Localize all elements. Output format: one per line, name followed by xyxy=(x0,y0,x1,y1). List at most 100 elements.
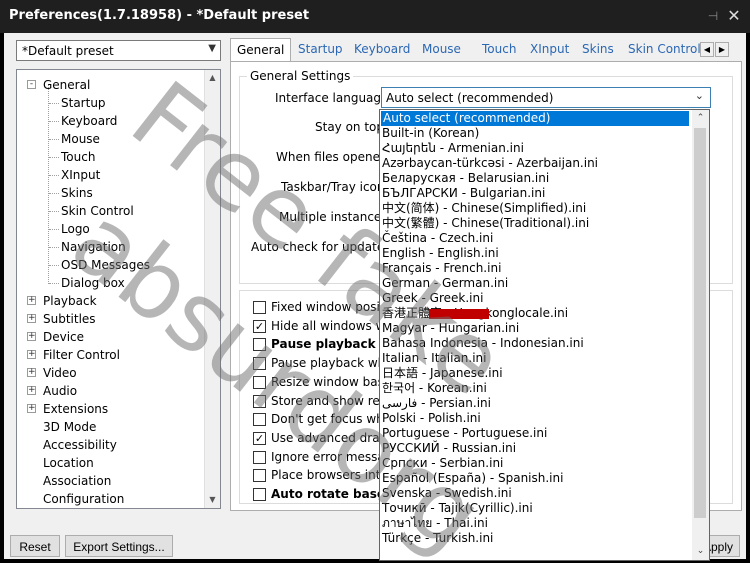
tab-keyboard[interactable]: Keyboard xyxy=(354,40,410,60)
tree-item-association[interactable]: Association xyxy=(43,472,111,490)
checkmark-icon[interactable]: ✓ xyxy=(253,431,266,445)
scroll-down-icon[interactable]: ▼ xyxy=(205,492,220,508)
tree-item-mouse[interactable]: Mouse xyxy=(61,130,100,148)
expand-icon[interactable]: + xyxy=(27,404,36,413)
language-option[interactable]: 日本語 - Japanese.ini xyxy=(382,366,503,381)
language-option[interactable]: Bahasa Indonesia - Indonesian.ini xyxy=(382,336,584,351)
language-option[interactable]: Azərbaycan-türkcəsi - Azerbaijan.ini xyxy=(382,156,598,171)
scroll-thumb[interactable] xyxy=(694,128,706,518)
close-icon[interactable]: ✕ xyxy=(724,6,744,26)
language-option[interactable]: Magyar - Hungarian.ini xyxy=(382,321,519,336)
language-option[interactable]: ภาษาไทย - Thai.ini xyxy=(382,516,488,531)
tree-item-subtitles[interactable]: Subtitles xyxy=(43,310,96,328)
tree-item-filter-control[interactable]: Filter Control xyxy=(43,346,120,364)
tab-startup[interactable]: Startup xyxy=(298,40,343,60)
language-option[interactable]: 中文(繁體) - Chinese(Traditional).ini xyxy=(382,216,589,231)
reset-button[interactable]: Reset xyxy=(10,535,60,557)
tree-connector xyxy=(49,121,59,122)
language-option[interactable]: 한국어 - Korean.ini xyxy=(382,381,487,396)
language-dropdown-list[interactable]: ⌃ ⌄ Auto select (recommended) Built-in (K… xyxy=(379,109,710,561)
tree-item-location[interactable]: Location xyxy=(43,454,94,472)
interface-language-select[interactable]: Auto select (recommended) ⌄ xyxy=(381,87,711,108)
language-option[interactable]: Հայերեն - Armenian.ini xyxy=(382,141,524,156)
checkmark-icon[interactable]: ✓ xyxy=(253,319,266,333)
tree-item-accessibility[interactable]: Accessibility xyxy=(43,436,117,454)
settings-tree[interactable]: ▲ ▼ - General Startup Keyboard Mouse Touch XIn… xyxy=(16,69,221,509)
tree-scrollbar[interactable]: ▲ ▼ xyxy=(204,70,220,508)
checkbox-icon[interactable] xyxy=(253,450,266,464)
language-option[interactable]: Italian - Italian.ini xyxy=(382,351,487,366)
tree-item-startup[interactable]: Startup xyxy=(61,94,106,112)
checkbox-icon[interactable] xyxy=(253,413,266,427)
pin-icon[interactable]: ⊣ xyxy=(704,6,722,26)
checkbox-icon[interactable] xyxy=(253,301,266,314)
language-option[interactable]: Беларуская - Belarusian.ini xyxy=(382,171,549,186)
tree-connector xyxy=(49,193,59,194)
expand-icon[interactable]: + xyxy=(27,368,36,377)
window-title: Preferences(1.7.18958) - *Default preset xyxy=(9,8,310,23)
expand-icon[interactable]: + xyxy=(27,296,36,305)
tree-item-configuration[interactable]: Configuration xyxy=(43,490,124,508)
tab-general[interactable]: General xyxy=(230,38,292,62)
language-option[interactable]: Auto select (recommended) xyxy=(381,111,689,126)
language-option[interactable]: Français - French.ini xyxy=(382,261,501,276)
expand-icon[interactable]: + xyxy=(27,314,36,323)
tree-item-xinput[interactable]: XInput xyxy=(61,166,100,184)
checkbox-icon[interactable] xyxy=(253,357,266,371)
tree-item-touch[interactable]: Touch xyxy=(61,148,95,166)
language-option[interactable]: English - English.ini xyxy=(382,246,499,261)
tree-item-device[interactable]: Device xyxy=(43,328,84,346)
language-option[interactable]: Polski - Polish.ini xyxy=(382,411,481,426)
checkbox-icon[interactable] xyxy=(253,488,266,501)
tree-item-general[interactable]: General xyxy=(43,76,90,94)
language-option[interactable]: Точикӣ - Tajik(Cyrillic).ini xyxy=(382,501,533,516)
language-option[interactable]: БЪЛГАРСКИ - Bulgarian.ini xyxy=(382,186,545,201)
scroll-up-icon[interactable]: ⌃ xyxy=(692,110,709,127)
tab-xinput[interactable]: XInput xyxy=(530,40,569,60)
tree-item-skins[interactable]: Skins xyxy=(61,184,93,202)
language-option[interactable]: Greek - Greek.ini xyxy=(382,291,483,306)
tree-item-osd-messages[interactable]: OSD Messages xyxy=(61,256,150,274)
scroll-up-icon[interactable]: ▲ xyxy=(205,70,220,86)
expand-icon[interactable]: + xyxy=(27,386,36,395)
tree-item-3d-mode[interactable]: 3D Mode xyxy=(43,418,96,436)
language-option[interactable]: Српски - Serbian.ini xyxy=(382,456,503,471)
tab-skin-control[interactable]: Skin Control xyxy=(628,40,701,60)
tree-item-partial[interactable]: Screen S xyxy=(43,508,96,509)
tree-item-skin-control[interactable]: Skin Control xyxy=(61,202,134,220)
export-settings-button[interactable]: Export Settings... xyxy=(65,535,173,557)
tree-item-navigation[interactable]: Navigation xyxy=(61,238,126,256)
expand-icon[interactable]: + xyxy=(27,350,36,359)
language-option[interactable]: Svenska - Swedish.ini xyxy=(382,486,512,501)
language-option[interactable]: Türkçe - Turkish.ini xyxy=(382,531,493,546)
tab-mouse[interactable]: Mouse xyxy=(422,40,461,60)
tree-item-playback[interactable]: Playback xyxy=(43,292,97,310)
language-option[interactable]: Čeština - Czech.ini xyxy=(382,231,493,246)
tree-item-audio[interactable]: Audio xyxy=(43,382,77,400)
language-option[interactable]: 中文(简体) - Chinese(Simplified).ini xyxy=(382,201,586,216)
collapse-icon[interactable]: - xyxy=(27,80,36,89)
language-option[interactable]: РУССКИЙ - Russian.ini xyxy=(382,441,516,456)
language-option[interactable]: Built-in (Korean) xyxy=(382,126,479,141)
checkbox-icon[interactable] xyxy=(253,394,266,408)
tree-item-video[interactable]: Video xyxy=(43,364,77,382)
tree-item-dialog-box[interactable]: Dialog box xyxy=(61,274,125,292)
dropdown-scrollbar[interactable]: ⌃ ⌄ xyxy=(692,110,709,560)
tab-prev-icon[interactable]: ◀ xyxy=(700,42,714,57)
preset-select[interactable]: *Default preset ▼ xyxy=(16,40,221,61)
tree-item-keyboard[interactable]: Keyboard xyxy=(61,112,117,130)
language-option[interactable]: Portuguese - Portuguese.ini xyxy=(382,426,547,441)
tab-next-icon[interactable]: ▶ xyxy=(715,42,729,57)
scroll-down-icon[interactable]: ⌄ xyxy=(692,543,709,560)
tree-item-extensions[interactable]: Extensions xyxy=(43,400,108,418)
language-option[interactable]: German - German.ini xyxy=(382,276,508,291)
tab-touch[interactable]: Touch xyxy=(482,40,516,60)
tab-skins[interactable]: Skins xyxy=(582,40,614,60)
checkbox-icon[interactable] xyxy=(253,375,266,389)
language-option[interactable]: فارسی - Persian.ini xyxy=(382,396,491,411)
checkbox-icon[interactable] xyxy=(253,338,266,352)
checkbox-icon[interactable] xyxy=(253,469,266,483)
tree-item-logo[interactable]: Logo xyxy=(61,220,90,238)
language-option[interactable]: Español (España) - Spanish.ini xyxy=(382,471,563,486)
expand-icon[interactable]: + xyxy=(27,332,36,341)
